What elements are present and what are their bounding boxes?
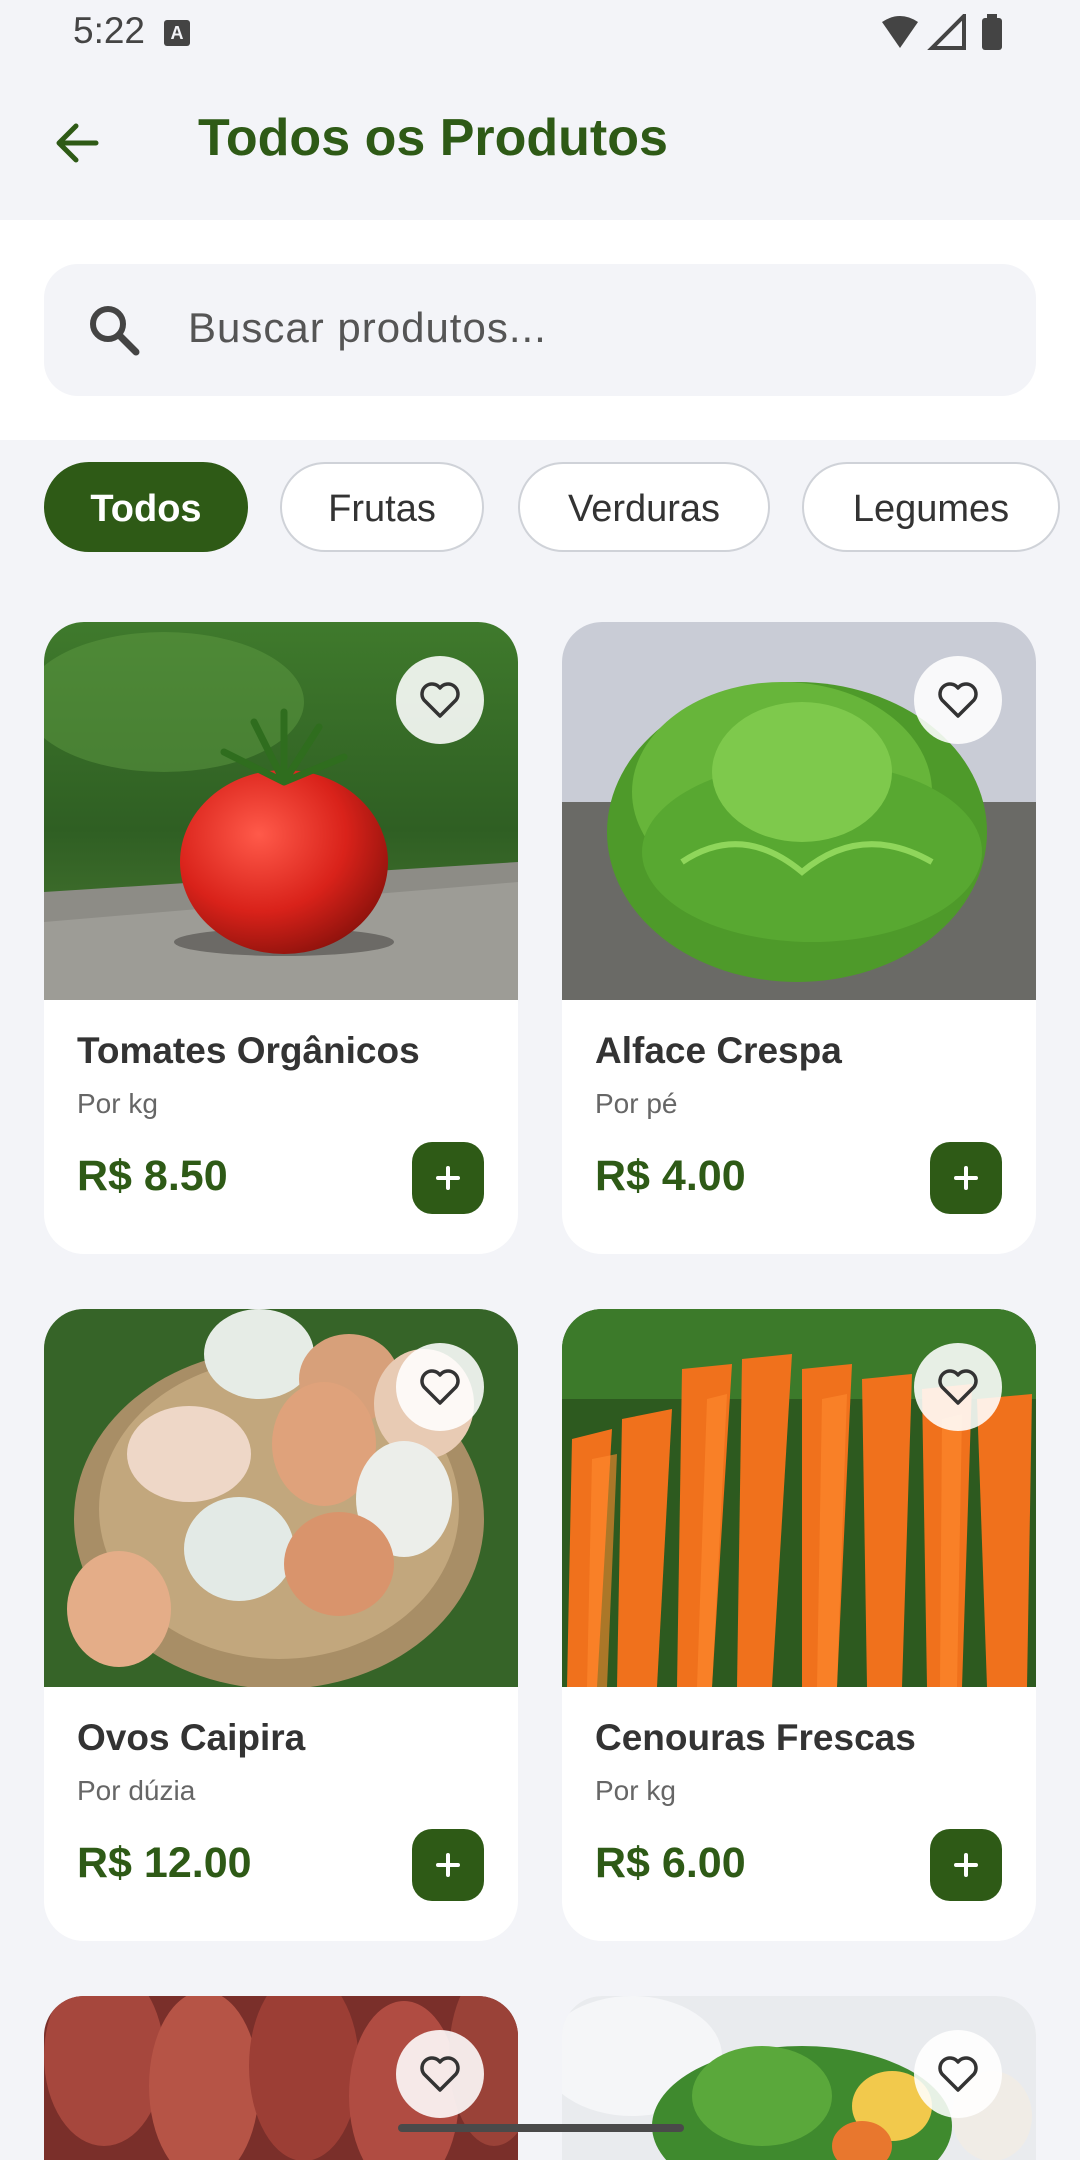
page-title: Todos os Produtos: [198, 109, 668, 167]
filter-chip-frutas[interactable]: Frutas: [280, 462, 484, 552]
product-price: R$ 8.50: [77, 1152, 228, 1200]
favorite-button[interactable]: [914, 656, 1002, 744]
heart-outline-icon: [938, 1369, 978, 1405]
heart-outline-icon: [420, 2056, 460, 2092]
category-filters: Todos Frutas Verduras Legumes: [0, 462, 1080, 558]
filter-chip-verduras[interactable]: Verduras: [518, 462, 770, 552]
signal-icon: [927, 14, 966, 50]
product-name: Alface Crespa: [595, 1030, 842, 1071]
add-to-cart-button[interactable]: [412, 1829, 484, 1901]
product-price: R$ 6.00: [595, 1839, 746, 1887]
wifi-icon: [882, 16, 918, 48]
product-price: R$ 4.00: [595, 1152, 746, 1200]
heart-outline-icon: [420, 1369, 460, 1405]
product-name: Tomates Orgânicos: [77, 1030, 420, 1071]
product-name: Ovos Caipira: [77, 1717, 306, 1758]
product-card[interactable]: Tomates Orgânicos Por kg R$ 8.50: [44, 622, 518, 1254]
back-arrow-icon[interactable]: [50, 116, 104, 170]
filter-chip-todos[interactable]: Todos: [44, 462, 248, 552]
plus-icon: [954, 1853, 978, 1877]
favorite-button[interactable]: [914, 2030, 1002, 2118]
battery-icon: [982, 18, 1002, 50]
search-icon: [90, 306, 140, 356]
app-bar: Todos os Produtos: [0, 66, 1080, 220]
heart-outline-icon: [938, 2056, 978, 2092]
plus-icon: [436, 1853, 460, 1877]
product-unit: Por pé: [595, 1088, 678, 1119]
favorite-button[interactable]: [396, 656, 484, 744]
home-indicator[interactable]: [398, 2124, 684, 2132]
heart-outline-icon: [420, 682, 460, 718]
plus-icon: [436, 1166, 460, 1190]
search-section: Buscar produtos...: [0, 220, 1080, 440]
product-price: R$ 12.00: [77, 1839, 252, 1887]
product-unit: Por kg: [595, 1775, 676, 1806]
favorite-button[interactable]: [396, 2030, 484, 2118]
plus-icon: [954, 1166, 978, 1190]
product-card[interactable]: [44, 1996, 518, 2160]
product-card[interactable]: Ovos Caipira Por dúzia R$ 12.00: [44, 1309, 518, 1941]
notification-icon: A: [164, 20, 190, 46]
add-to-cart-button[interactable]: [930, 1829, 1002, 1901]
status-icons: [882, 14, 1002, 50]
filter-chip-legumes[interactable]: Legumes: [802, 462, 1060, 552]
product-unit: Por dúzia: [77, 1775, 196, 1806]
favorite-button[interactable]: [914, 1343, 1002, 1431]
search-input[interactable]: Buscar produtos...: [44, 264, 1036, 396]
heart-outline-icon: [938, 682, 978, 718]
product-card[interactable]: [562, 1996, 1036, 2160]
product-card[interactable]: Alface Crespa Por pé R$ 4.00: [562, 622, 1036, 1254]
status-bar: 5:22 A: [0, 0, 1080, 66]
product-name: Cenouras Frescas: [595, 1717, 916, 1758]
add-to-cart-button[interactable]: [412, 1142, 484, 1214]
search-placeholder: Buscar produtos...: [188, 304, 547, 351]
add-to-cart-button[interactable]: [930, 1142, 1002, 1214]
product-unit: Por kg: [77, 1088, 158, 1119]
status-time: 5:22: [73, 10, 146, 51]
product-card[interactable]: Cenouras Frescas Por kg R$ 6.00: [562, 1309, 1036, 1941]
favorite-button[interactable]: [396, 1343, 484, 1431]
